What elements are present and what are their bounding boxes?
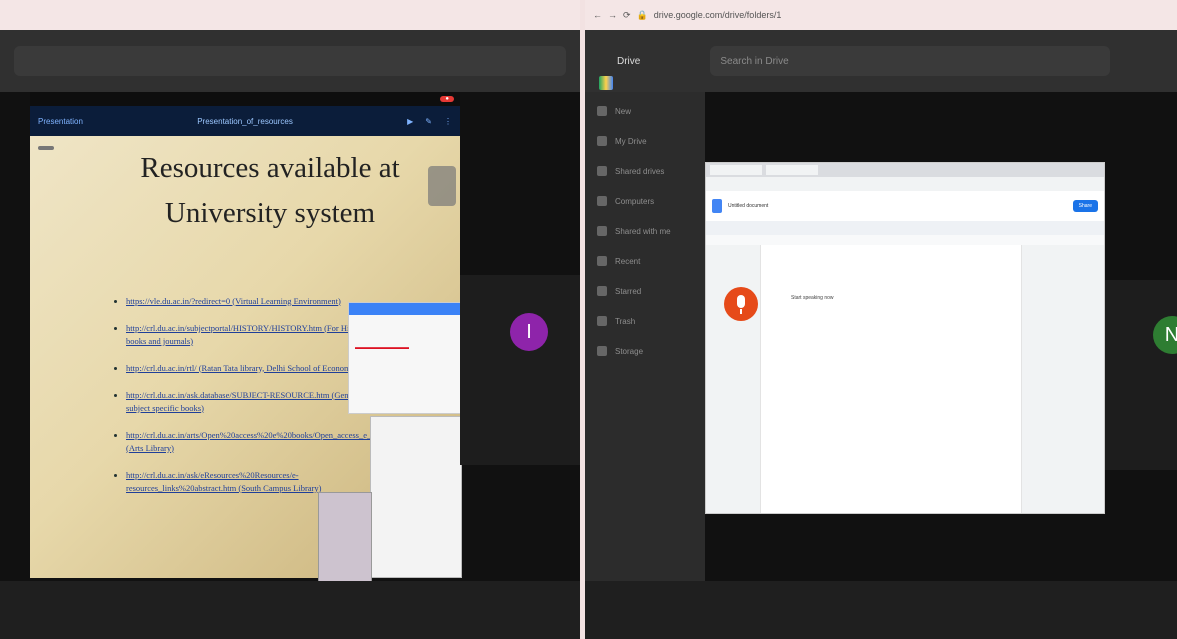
sidebar-item-trash[interactable]: Trash xyxy=(597,310,693,332)
presentation-slide: Resources available at University system… xyxy=(30,136,462,590)
toolbar-pen-icon[interactable]: ✎ xyxy=(425,117,432,126)
sidebar-item-label: Starred xyxy=(615,286,642,296)
resource-link-history[interactable]: http://crl.du.ac.in/subjectportal/HISTOR… xyxy=(126,323,366,346)
shared-address-bar[interactable] xyxy=(706,177,1104,191)
forward-arrow-icon[interactable]: → xyxy=(608,10,617,20)
sidebar-item-label: New xyxy=(615,106,632,116)
tablet-status-bar: ● xyxy=(30,92,460,106)
right-drive-search-placeholder: Search in Drive xyxy=(720,55,789,67)
list-item: http://crl.du.ac.in/arts/Open%20access%2… xyxy=(126,429,411,455)
list-item: http://crl.du.ac.in/ask/eResources%20Res… xyxy=(126,469,376,495)
docs-logo-icon xyxy=(712,199,722,213)
docs-header: Untitled document Share xyxy=(706,191,1104,221)
resource-link-subject[interactable]: http://crl.du.ac.in/ask.database/SUBJECT… xyxy=(126,390,376,413)
sidebar-item-recent[interactable]: Recent xyxy=(597,250,693,272)
sidebar-item-label: Storage xyxy=(615,346,644,356)
toolbar-play-icon[interactable]: ▶ xyxy=(407,117,413,126)
slide-tag xyxy=(38,146,54,150)
right-url-text[interactable]: drive.google.com/drive/folders/1 xyxy=(654,10,782,20)
right-screen-capture: ← → ⟳ 🔒 drive.google.com/drive/folders/1… xyxy=(585,0,1177,639)
shared-docs-window: Untitled document Share Start speaking n… xyxy=(705,162,1105,514)
slide-resource-list: https://vle.du.ac.in/?redirect=0 (Virtua… xyxy=(86,295,411,509)
toolbar-more-icon[interactable]: ⋮ xyxy=(444,117,452,126)
participant-avatar-right: N xyxy=(1153,316,1177,354)
docs-page[interactable]: Start speaking now xyxy=(760,245,1022,513)
docs-title[interactable]: Untitled document xyxy=(728,203,768,209)
shared-tablet-screen: ● Presentation Presentation_of_resources… xyxy=(30,92,462,590)
toolbar-center-title: Presentation_of_resources xyxy=(197,116,293,126)
docs-canvas: Start speaking now xyxy=(706,245,1104,513)
right-drive-footer xyxy=(585,581,1177,639)
left-screen-capture: ● Presentation Presentation_of_resources… xyxy=(0,0,580,639)
sidebar-item-label: Recent xyxy=(615,256,641,266)
sidebar-item-label: Shared with me xyxy=(615,226,671,236)
browser-tabstrip xyxy=(706,163,1104,177)
left-drive-search-bar xyxy=(0,30,580,92)
docs-toolbar xyxy=(706,221,1104,235)
sidebar-item-label: Computers xyxy=(615,196,655,206)
plus-icon xyxy=(597,106,607,116)
left-browser-bar xyxy=(0,0,580,30)
participant-tile-left: I xyxy=(460,275,580,465)
participant-initial-left: I xyxy=(526,320,532,343)
left-drive-search-input[interactable] xyxy=(14,46,566,76)
cloud-icon xyxy=(597,346,607,356)
participant-tile-right: N xyxy=(1105,280,1177,470)
computer-icon xyxy=(597,196,607,206)
docs-status-text: Start speaking now xyxy=(791,295,834,301)
docs-share-button[interactable]: Share xyxy=(1072,200,1098,212)
screenshot-title-text: ▬▬▬▬▬▬▬▬▬ xyxy=(355,345,409,351)
slide-screenshot-list xyxy=(370,416,462,578)
browser-tab[interactable] xyxy=(766,165,818,175)
trash-icon xyxy=(597,316,607,326)
list-item: http://crl.du.ac.in/subjectportal/HISTOR… xyxy=(126,322,376,348)
participant-initial-right: N xyxy=(1164,323,1177,346)
sidebar-item-new[interactable]: New xyxy=(597,100,693,122)
sidebar-item-computers[interactable]: Computers xyxy=(597,190,693,212)
sidebar-item-label: Shared drives xyxy=(615,166,665,176)
toolbar-left-label[interactable]: Presentation xyxy=(38,117,83,126)
recording-indicator: ● xyxy=(440,96,454,102)
left-drive-footer xyxy=(0,581,580,639)
resource-link-south-campus[interactable]: http://crl.du.ac.in/ask/eResources%20Res… xyxy=(126,470,321,493)
voice-typing-mic-icon[interactable] xyxy=(724,287,758,321)
sidebar-item-label: Trash xyxy=(615,316,636,326)
resource-link-vle[interactable]: https://vle.du.ac.in/?redirect=0 (Virtua… xyxy=(126,296,341,306)
sidebar-item-shared-drives[interactable]: Shared drives xyxy=(597,160,693,182)
reload-icon[interactable]: ⟳ xyxy=(623,10,631,21)
slide-screenshot-small xyxy=(318,492,372,590)
sidebar-item-label: My Drive xyxy=(615,136,647,146)
people-icon xyxy=(597,226,607,236)
screenshot-header xyxy=(349,303,461,315)
right-drive-search-input[interactable]: Search in Drive xyxy=(710,46,1111,76)
list-item: https://vle.du.ac.in/?redirect=0 (Virtua… xyxy=(126,295,376,308)
resource-link-rtl[interactable]: http://crl.du.ac.in/rtl/ (Ratan Tata lib… xyxy=(126,363,363,373)
drive-logo-icon xyxy=(599,76,613,90)
sidebar-item-starred[interactable]: Starred xyxy=(597,280,693,302)
drive-icon xyxy=(597,136,607,146)
clock-icon xyxy=(597,256,607,266)
resource-link-arts[interactable]: http://crl.du.ac.in/arts/Open%20access%2… xyxy=(126,430,411,453)
right-drive-header: Drive Search in Drive xyxy=(585,30,1177,92)
tablet-toolbar: Presentation Presentation_of_resources ▶… xyxy=(30,106,460,136)
slide-title: Resources available at University system xyxy=(140,152,400,229)
browser-tab[interactable] xyxy=(710,165,762,175)
list-item: http://crl.du.ac.in/ask.database/SUBJECT… xyxy=(126,389,376,415)
list-item: http://crl.du.ac.in/rtl/ (Ratan Tata lib… xyxy=(126,362,376,375)
shared-drive-icon xyxy=(597,166,607,176)
back-arrow-icon[interactable]: ← xyxy=(593,10,602,20)
slide-screenshot-vle: ▬▬▬▬▬▬▬▬▬ xyxy=(348,302,462,414)
star-icon xyxy=(597,286,607,296)
sidebar-item-shared-with-me[interactable]: Shared with me xyxy=(597,220,693,242)
drive-sidebar: New My Drive Shared drives Computers Sha… xyxy=(585,92,705,581)
right-browser-bar: ← → ⟳ 🔒 drive.google.com/drive/folders/1 xyxy=(585,0,1177,30)
participant-avatar-left: I xyxy=(510,313,548,351)
sidebar-item-my-drive[interactable]: My Drive xyxy=(597,130,693,152)
lock-icon: 🔒 xyxy=(636,9,648,20)
drive-brand: Drive xyxy=(617,55,641,67)
sidebar-item-storage[interactable]: Storage xyxy=(597,340,693,362)
